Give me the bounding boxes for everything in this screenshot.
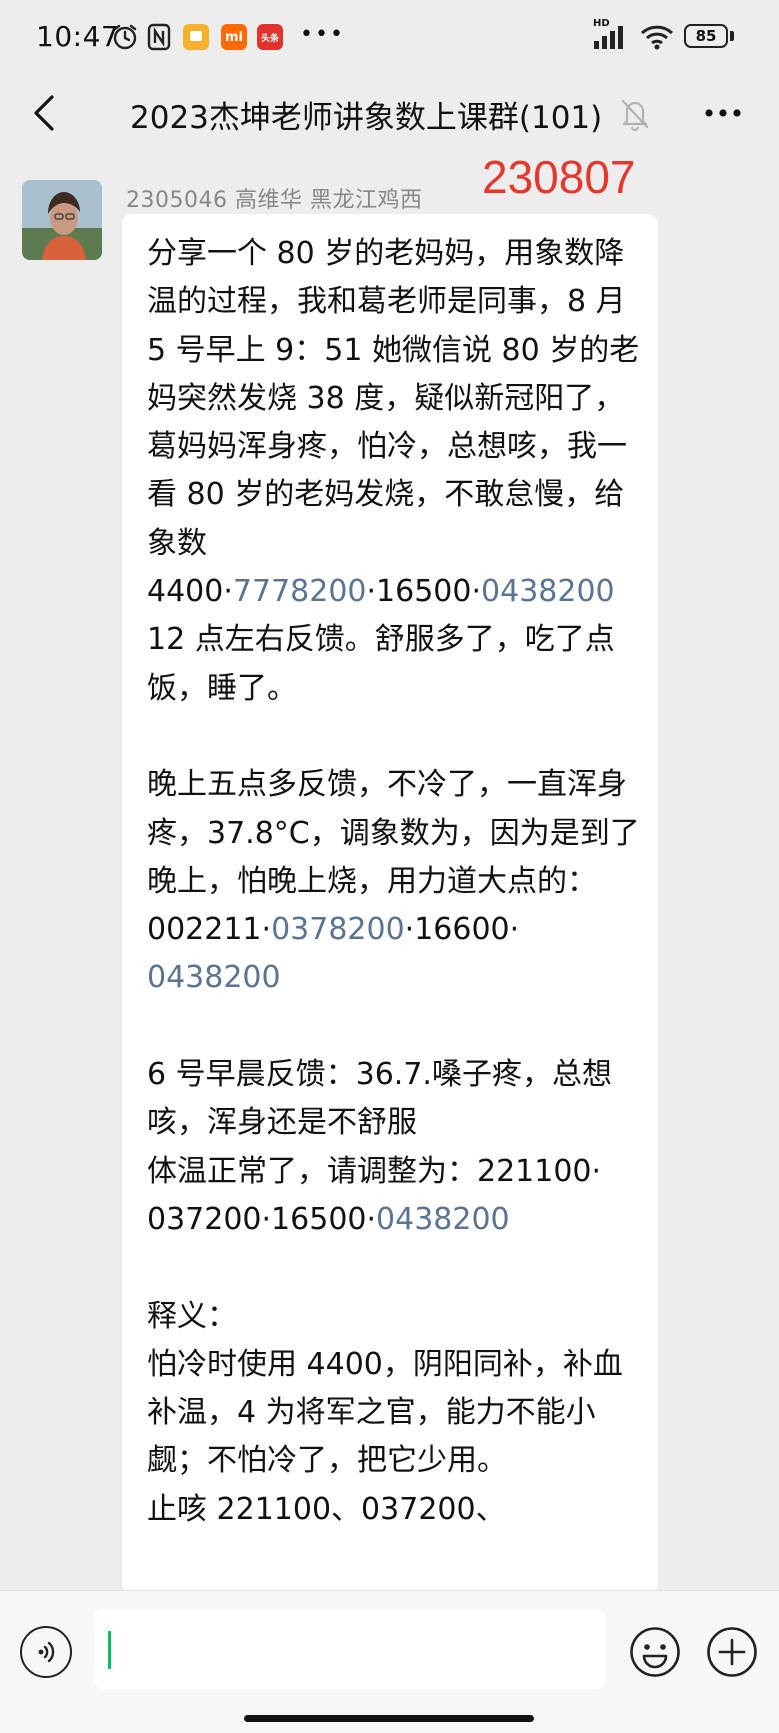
back-button[interactable] bbox=[22, 88, 66, 138]
message-text-segment: 分享一个 80 岁的老妈妈，用象数降温的过程，我和葛老师是同事，8 月 5 号早… bbox=[147, 236, 640, 610]
page-title: 2023杰坤老师讲象数上课群(101) bbox=[130, 100, 603, 136]
date-stamp: 230807 bbox=[482, 151, 636, 203]
message-text-segment bbox=[147, 719, 157, 754]
message-input[interactable] bbox=[94, 1609, 606, 1689]
chevron-left-icon bbox=[34, 95, 54, 131]
sender-name: 2305046 高维华 黑龙江鸡西 bbox=[126, 188, 423, 213]
message-paragraph: 分享一个 80 岁的老妈妈，用象数降温的过程，我和葛老师是同事，8 月 5 号早… bbox=[147, 230, 647, 713]
message-paragraph bbox=[147, 713, 647, 761]
message-text-segment: 释义： 怕冷时使用 4400，阴阳同补，补血补温，4 为将军之官，能力不能小觑；… bbox=[147, 1298, 623, 1527]
message-text-segment: ·16500· bbox=[366, 574, 482, 610]
message-paragraph: 晚上五点多反馈，不冷了，一直浑身疼，37.8°C，调象数为，因为是到了晚上，怕晚… bbox=[147, 761, 647, 1002]
battery-tip bbox=[730, 31, 734, 41]
voice-icon bbox=[38, 1641, 55, 1663]
wifi-icon bbox=[640, 22, 674, 52]
message-paragraph: 释义： 怕冷时使用 4400，阴阳同补，补血补温，4 为将军之官，能力不能小觑；… bbox=[147, 1293, 647, 1534]
more-actions-button[interactable] bbox=[706, 1626, 758, 1678]
status-time: 10:47 bbox=[36, 20, 120, 53]
number-link[interactable]: 0378200 bbox=[271, 912, 405, 947]
more-options-button[interactable] bbox=[698, 92, 748, 134]
mi-app-icon: mi bbox=[221, 24, 247, 50]
message-text-segment: ·16600· bbox=[404, 912, 520, 948]
nfc-icon bbox=[146, 22, 172, 52]
message-bubble[interactable]: 分享一个 80 岁的老妈妈，用象数降温的过程，我和葛老师是同事，8 月 5 号早… bbox=[122, 214, 658, 1594]
home-indicator bbox=[244, 1715, 534, 1722]
emoji-button[interactable] bbox=[629, 1626, 681, 1678]
message-text-segment: 12 点左右反馈。舒服多了，吃了点饭，睡了。 bbox=[147, 622, 615, 706]
toutiao-app-icon: 头条 bbox=[257, 24, 283, 50]
number-link[interactable]: 0438200 bbox=[481, 574, 615, 609]
message-text: 分享一个 80 岁的老妈妈，用象数降温的过程，我和葛老师是同事，8 月 5 号早… bbox=[147, 230, 647, 1534]
input-bar bbox=[0, 1590, 779, 1733]
text-cursor bbox=[108, 1631, 111, 1669]
message-paragraph bbox=[147, 1244, 647, 1292]
battery-indicator: 85 bbox=[684, 24, 728, 48]
voice-input-button[interactable] bbox=[20, 1626, 72, 1678]
number-link[interactable]: 7778200 bbox=[233, 574, 367, 609]
plus-icon bbox=[707, 1627, 757, 1677]
message-text-segment bbox=[147, 1009, 157, 1044]
avatar[interactable] bbox=[22, 180, 102, 260]
chat-header: 2023杰坤老师讲象数上课群(101) bbox=[0, 74, 779, 152]
message-paragraph bbox=[147, 1003, 647, 1051]
smiley-icon bbox=[630, 1627, 680, 1677]
muted-bell-icon bbox=[618, 94, 652, 132]
status-bar: 10:47 mi 头条 ••• HD 85 bbox=[0, 0, 779, 74]
message-paragraph: 6 号早晨反馈：36.7.嗓子疼，总想咳，浑身还是不舒服 体温正常了，请调整为：… bbox=[147, 1051, 647, 1244]
more-dots-icon bbox=[705, 109, 741, 117]
notes-app-icon bbox=[183, 24, 209, 50]
alarm-icon bbox=[110, 22, 140, 52]
more-notifications-icon: ••• bbox=[300, 22, 345, 47]
number-link[interactable]: 0438200 bbox=[376, 1202, 510, 1237]
message-text-segment bbox=[147, 1250, 157, 1285]
signal-icon bbox=[592, 22, 628, 52]
number-link[interactable]: 0438200 bbox=[147, 960, 281, 995]
